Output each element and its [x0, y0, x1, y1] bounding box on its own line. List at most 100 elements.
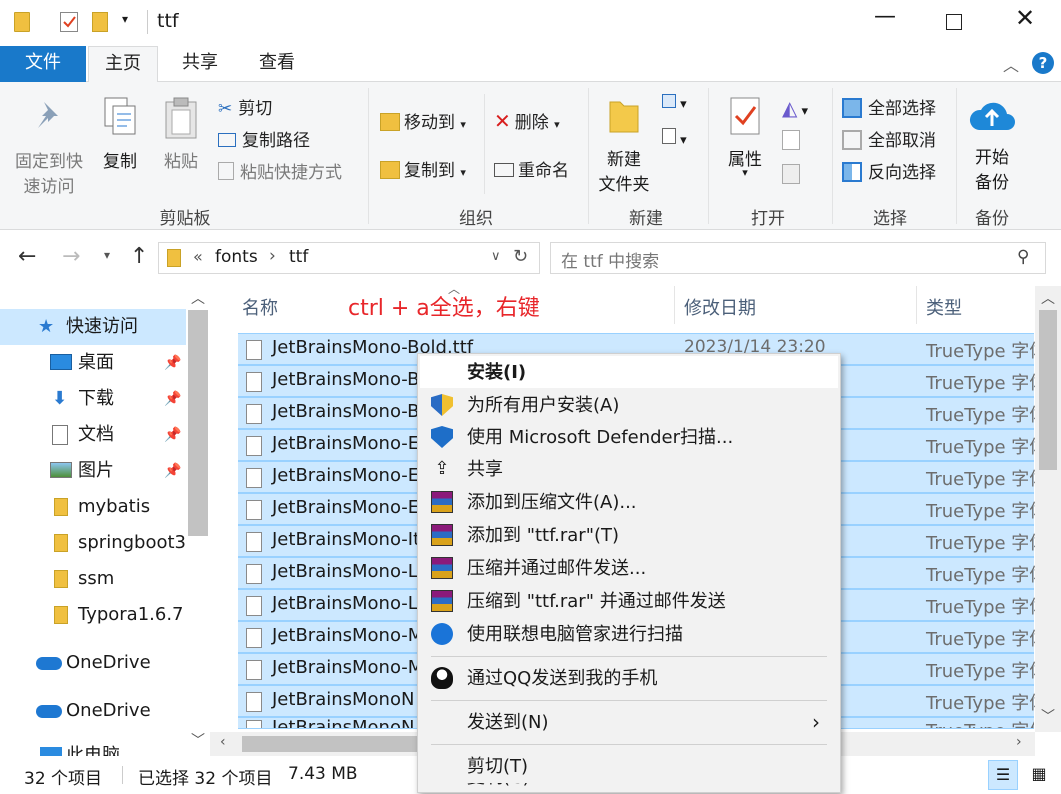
- menu-item-add-to-archive[interactable]: 添加到压缩文件(A)...: [418, 486, 840, 519]
- tab-share[interactable]: 共享: [166, 46, 234, 82]
- nav-item-pictures[interactable]: 图片 📌: [0, 453, 186, 489]
- nav-item-desktop[interactable]: 桌面 📌: [0, 345, 186, 381]
- delete-button[interactable]: ✕ 删除 ▾: [494, 108, 560, 133]
- breadcrumb-overflow[interactable]: «: [193, 247, 203, 266]
- copy-path-button[interactable]: 复制路径: [218, 126, 310, 151]
- vertical-scrollbar-thumb[interactable]: [1039, 310, 1057, 470]
- menu-item-compress-email[interactable]: 压缩并通过邮件发送...: [418, 552, 840, 585]
- nav-item-onedrive[interactable]: OneDrive: [0, 645, 186, 681]
- nav-item-this-pc[interactable]: 此电脑: [0, 741, 186, 756]
- document-icon: [52, 425, 68, 445]
- nav-item-ssm[interactable]: ssm: [0, 561, 186, 597]
- copy-to-button[interactable]: 复制到 ▾: [380, 156, 466, 181]
- new-item-button[interactable]: ▾: [662, 94, 687, 112]
- nav-scrollbar-thumb[interactable]: [188, 310, 208, 536]
- nav-item-onedrive-personal[interactable]: OneDrive: [0, 693, 186, 729]
- search-input[interactable]: 在 ttf 中搜索: [561, 247, 659, 272]
- menu-item-defender-scan[interactable]: 使用 Microsoft Defender扫描...: [418, 421, 840, 454]
- up-button[interactable]: ↑: [130, 244, 148, 269]
- properties-button[interactable]: 属性 ▾: [716, 96, 774, 196]
- tab-file[interactable]: 文件: [0, 46, 86, 82]
- column-header-name[interactable]: 名称: [242, 294, 278, 320]
- tab-home[interactable]: 主页: [88, 46, 158, 83]
- maximize-button[interactable]: [946, 14, 962, 30]
- annotation-text: ctrl + a全选，右键: [348, 296, 540, 321]
- menu-item-share[interactable]: ⇪ 共享: [418, 453, 840, 486]
- selected-count: 已选择 32 个项目: [138, 769, 273, 789]
- copy-button[interactable]: 复制: [96, 96, 144, 186]
- column-header-modified[interactable]: 修改日期: [684, 294, 756, 320]
- properties-quick-icon[interactable]: [60, 12, 78, 32]
- breadcrumb-ttf[interactable]: ttf: [289, 247, 308, 267]
- help-icon[interactable]: ?: [1032, 52, 1054, 74]
- menu-item-compress-ttf-rar-email[interactable]: 压缩到 "ttf.rar" 并通过邮件发送: [418, 585, 840, 618]
- new-folder-quick-icon[interactable]: [92, 12, 108, 32]
- scroll-down-icon[interactable]: ﹀: [191, 730, 205, 750]
- cloud-upload-icon: [969, 102, 1015, 130]
- large-icons-view-button[interactable]: ▦: [1024, 760, 1054, 790]
- recent-locations-button[interactable]: ▾: [104, 248, 110, 262]
- select-all-button[interactable]: 全部选择: [842, 94, 936, 119]
- menu-item-add-to-ttf-rar[interactable]: 添加到 "ttf.rar"(T): [418, 519, 840, 552]
- nav-item-quick-access[interactable]: ★ 快速访问: [0, 309, 186, 345]
- pin-icon[interactable]: 📌: [164, 417, 181, 453]
- nav-item-mybatis[interactable]: mybatis: [0, 489, 186, 525]
- forward-button[interactable]: →: [62, 244, 80, 269]
- pin-icon[interactable]: 📌: [164, 345, 181, 381]
- menu-item-cut[interactable]: 剪切(T): [418, 750, 840, 783]
- address-bar[interactable]: « fonts › ttf ∨ ↻: [158, 242, 540, 274]
- rename-button[interactable]: 重命名: [494, 156, 569, 181]
- collapse-ribbon-icon[interactable]: ︿: [1003, 52, 1019, 76]
- pin-icon[interactable]: 📌: [164, 381, 181, 417]
- search-icon[interactable]: ⚲: [1017, 247, 1029, 267]
- scroll-right-icon[interactable]: ›: [1016, 734, 1022, 750]
- new-folder-button[interactable]: 新建 文件夹: [594, 96, 654, 196]
- nav-item-downloads[interactable]: ⬇ 下载 📌: [0, 381, 186, 417]
- refresh-icon[interactable]: ↻: [513, 246, 528, 267]
- nav-item-springboot3[interactable]: springboot3: [0, 525, 186, 561]
- pin-to-quick-access-button[interactable]: 固定到快 速访问: [8, 96, 90, 197]
- close-button[interactable]: ✕: [1010, 4, 1040, 40]
- menu-item-install-all-users[interactable]: 为所有用户安装(A): [418, 389, 840, 422]
- nav-item-typora[interactable]: Typora1.6.7: [0, 597, 186, 633]
- scroll-left-icon[interactable]: ‹: [220, 734, 226, 750]
- nav-scrollbar[interactable]: ︿ ﹀: [186, 286, 210, 756]
- back-button[interactable]: ←: [18, 244, 36, 269]
- scroll-down-icon[interactable]: ﹀: [1041, 706, 1055, 726]
- column-header-type[interactable]: 类型: [926, 294, 962, 320]
- winrar-icon: [431, 590, 453, 612]
- menu-item-copy[interactable]: 复制(C): [418, 783, 840, 794]
- details-view-button[interactable]: ☰: [988, 760, 1018, 790]
- scroll-up-icon[interactable]: ︿: [1041, 288, 1055, 308]
- backup-group-label: 备份: [975, 209, 1009, 229]
- scroll-up-icon[interactable]: ︿: [191, 288, 205, 308]
- paste-shortcut-button[interactable]: 粘贴快捷方式: [218, 158, 342, 183]
- tab-view[interactable]: 查看: [244, 46, 310, 82]
- start-backup-button[interactable]: 开始 备份: [962, 96, 1022, 196]
- open-button[interactable]: ◭ ▾: [782, 96, 808, 120]
- breadcrumb-fonts[interactable]: fonts: [215, 247, 258, 267]
- pin-icon[interactable]: 📌: [164, 453, 181, 489]
- vertical-scrollbar[interactable]: ︿ ﹀: [1035, 286, 1061, 732]
- easy-access-button[interactable]: ▾: [662, 128, 687, 148]
- folder-icon: [14, 12, 30, 32]
- nav-item-documents[interactable]: 文档 📌: [0, 417, 186, 453]
- cut-button[interactable]: ✂ 剪切: [218, 94, 272, 119]
- picture-icon: [50, 462, 72, 478]
- customize-quick-access-icon[interactable]: ▾: [122, 12, 128, 26]
- invert-selection-button[interactable]: 反向选择: [842, 158, 936, 183]
- menu-item-send-to[interactable]: 发送到(N) ›: [418, 706, 840, 739]
- minimize-button[interactable]: —: [870, 4, 900, 40]
- menu-item-install[interactable]: 安装(I): [418, 356, 840, 389]
- search-box[interactable]: 在 ttf 中搜索 ⚲: [550, 242, 1046, 274]
- paste-button[interactable]: 粘贴: [156, 96, 206, 186]
- menu-item-lenovo-scan[interactable]: 使用联想电脑管家进行扫描: [418, 618, 840, 651]
- move-to-button[interactable]: 移动到 ▾: [380, 108, 466, 133]
- horizontal-scrollbar-thumb[interactable]: [242, 736, 442, 752]
- menu-item-qq-send[interactable]: 通过QQ发送到我的手机: [418, 662, 840, 695]
- select-none-button[interactable]: 全部取消: [842, 126, 936, 151]
- edit-button[interactable]: [782, 130, 800, 155]
- history-button[interactable]: [782, 164, 800, 189]
- address-dropdown-icon[interactable]: ∨: [491, 249, 501, 264]
- computer-icon: [40, 747, 62, 756]
